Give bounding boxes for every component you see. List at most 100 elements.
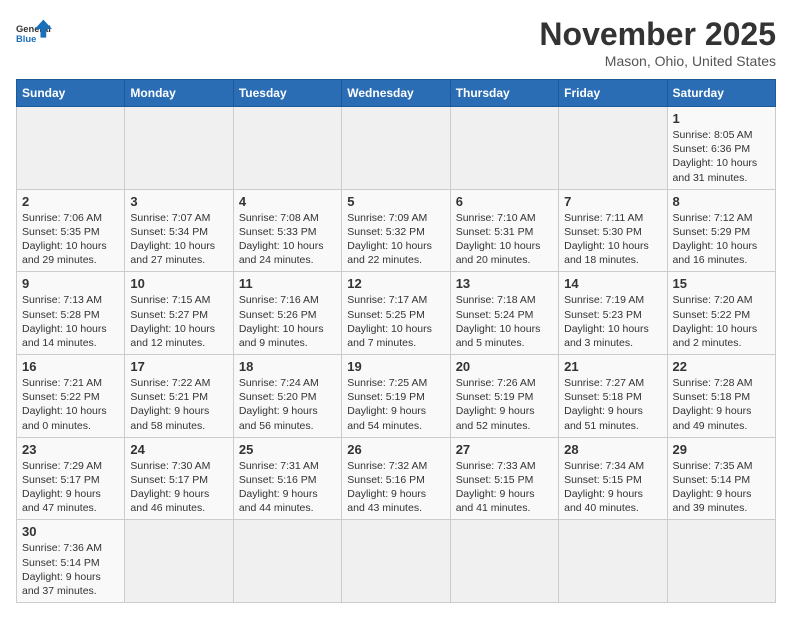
calendar-day-cell: 16Sunrise: 7:21 AM Sunset: 5:22 PM Dayli…	[17, 355, 125, 438]
calendar-day-cell: 14 Sunrise: 7:19 AM Sunset: 5:23 PM Dayli…	[559, 272, 667, 355]
calendar-week-row: 16Sunrise: 7:21 AM Sunset: 5:22 PM Dayli…	[17, 355, 776, 438]
day-number: 9	[22, 276, 119, 291]
day-info: Sunrise: 7:26 AM Sunset: 5:19 PM Dayligh…	[456, 376, 553, 433]
calendar-week-row: 23 Sunrise: 7:29 AM Sunset: 5:17 PM Dayli…	[17, 437, 776, 520]
calendar-day-cell	[450, 107, 558, 190]
day-info: Sunrise: 7:24 AM Sunset: 5:20 PM Dayligh…	[239, 376, 336, 433]
day-number: 16	[22, 359, 119, 374]
calendar-day-cell: 25 Sunrise: 7:31 AM Sunset: 5:16 PM Dayli…	[233, 437, 341, 520]
day-number: 13	[456, 276, 553, 291]
day-number: 20	[456, 359, 553, 374]
calendar-week-row: 2 Sunrise: 7:06 AM Sunset: 5:35 PM Daylig…	[17, 189, 776, 272]
day-number: 4	[239, 194, 336, 209]
calendar-day-cell: 7Sunrise: 7:11 AM Sunset: 5:30 PM Daylig…	[559, 189, 667, 272]
day-number: 26	[347, 442, 444, 457]
calendar-day-cell: 26 Sunrise: 7:32 AM Sunset: 5:16 PM Dayli…	[342, 437, 450, 520]
calendar-day-cell: 1Sunrise: 8:05 AM Sunset: 6:36 PM Daylig…	[667, 107, 775, 190]
calendar-day-cell: 12Sunrise: 7:17 AM Sunset: 5:25 PM Dayli…	[342, 272, 450, 355]
day-info: Sunrise: 7:09 AM Sunset: 5:32 PM Dayligh…	[347, 211, 444, 268]
calendar-day-header: Saturday	[667, 80, 775, 107]
day-number: 30	[22, 524, 119, 539]
calendar-day-header: Monday	[125, 80, 233, 107]
day-info: Sunrise: 7:28 AM Sunset: 5:18 PM Dayligh…	[673, 376, 770, 433]
calendar-day-cell	[342, 520, 450, 603]
calendar-day-cell	[450, 520, 558, 603]
calendar-day-cell: 29 Sunrise: 7:35 AM Sunset: 5:14 PM Dayli…	[667, 437, 775, 520]
calendar-day-cell: 11 Sunrise: 7:16 AM Sunset: 5:26 PM Dayli…	[233, 272, 341, 355]
day-info: Sunrise: 7:31 AM Sunset: 5:16 PM Dayligh…	[239, 459, 336, 516]
day-number: 27	[456, 442, 553, 457]
calendar-day-cell	[233, 107, 341, 190]
day-info: Sunrise: 7:32 AM Sunset: 5:16 PM Dayligh…	[347, 459, 444, 516]
calendar-day-header: Friday	[559, 80, 667, 107]
calendar-day-cell: 23 Sunrise: 7:29 AM Sunset: 5:17 PM Dayli…	[17, 437, 125, 520]
calendar-day-header: Tuesday	[233, 80, 341, 107]
calendar-day-header: Sunday	[17, 80, 125, 107]
calendar-header-row: SundayMondayTuesdayWednesdayThursdayFrid…	[17, 80, 776, 107]
calendar-day-header: Wednesday	[342, 80, 450, 107]
day-number: 14	[564, 276, 661, 291]
day-info: Sunrise: 7:15 AM Sunset: 5:27 PM Dayligh…	[130, 293, 227, 350]
day-number: 6	[456, 194, 553, 209]
day-number: 21	[564, 359, 661, 374]
title-area: November 2025 Mason, Ohio, United States	[539, 16, 776, 69]
day-info: Sunrise: 7:08 AM Sunset: 5:33 PM Dayligh…	[239, 211, 336, 268]
day-number: 5	[347, 194, 444, 209]
day-info: Sunrise: 7:11 AM Sunset: 5:30 PM Dayligh…	[564, 211, 661, 268]
calendar-day-cell: 3Sunrise: 7:07 AM Sunset: 5:34 PM Daylig…	[125, 189, 233, 272]
calendar-day-cell: 10Sunrise: 7:15 AM Sunset: 5:27 PM Dayli…	[125, 272, 233, 355]
calendar-day-cell: 2 Sunrise: 7:06 AM Sunset: 5:35 PM Daylig…	[17, 189, 125, 272]
day-info: Sunrise: 7:35 AM Sunset: 5:14 PM Dayligh…	[673, 459, 770, 516]
calendar-day-cell	[342, 107, 450, 190]
calendar-day-cell: 9 Sunrise: 7:13 AM Sunset: 5:28 PM Daylig…	[17, 272, 125, 355]
day-info: Sunrise: 7:12 AM Sunset: 5:29 PM Dayligh…	[673, 211, 770, 268]
day-info: Sunrise: 7:13 AM Sunset: 5:28 PM Dayligh…	[22, 293, 119, 350]
calendar-day-cell: 20 Sunrise: 7:26 AM Sunset: 5:19 PM Dayli…	[450, 355, 558, 438]
day-number: 29	[673, 442, 770, 457]
day-info: Sunrise: 7:06 AM Sunset: 5:35 PM Dayligh…	[22, 211, 119, 268]
calendar-day-header: Thursday	[450, 80, 558, 107]
calendar-day-cell: 15 Sunrise: 7:20 AM Sunset: 5:22 PM Dayli…	[667, 272, 775, 355]
day-info: Sunrise: 7:34 AM Sunset: 5:15 PM Dayligh…	[564, 459, 661, 516]
calendar-day-cell: 28 Sunrise: 7:34 AM Sunset: 5:15 PM Dayli…	[559, 437, 667, 520]
day-number: 8	[673, 194, 770, 209]
calendar-day-cell	[559, 107, 667, 190]
calendar-day-cell: 24Sunrise: 7:30 AM Sunset: 5:17 PM Dayli…	[125, 437, 233, 520]
day-number: 11	[239, 276, 336, 291]
day-number: 2	[22, 194, 119, 209]
page-header: General Blue November 2025 Mason, Ohio, …	[16, 16, 776, 69]
day-number: 25	[239, 442, 336, 457]
calendar-day-cell	[125, 107, 233, 190]
calendar-day-cell: 22 Sunrise: 7:28 AM Sunset: 5:18 PM Dayli…	[667, 355, 775, 438]
day-number: 17	[130, 359, 227, 374]
calendar-day-cell	[17, 107, 125, 190]
day-number: 1	[673, 111, 770, 126]
calendar-day-cell: 5 Sunrise: 7:09 AM Sunset: 5:32 PM Daylig…	[342, 189, 450, 272]
month-title: November 2025	[539, 16, 776, 53]
day-number: 15	[673, 276, 770, 291]
day-info: Sunrise: 7:25 AM Sunset: 5:19 PM Dayligh…	[347, 376, 444, 433]
day-info: Sunrise: 7:16 AM Sunset: 5:26 PM Dayligh…	[239, 293, 336, 350]
calendar-day-cell: 13Sunrise: 7:18 AM Sunset: 5:24 PM Dayli…	[450, 272, 558, 355]
calendar-day-cell	[233, 520, 341, 603]
day-info: Sunrise: 7:22 AM Sunset: 5:21 PM Dayligh…	[130, 376, 227, 433]
calendar-day-cell: 19Sunrise: 7:25 AM Sunset: 5:19 PM Dayli…	[342, 355, 450, 438]
calendar-day-cell: 8 Sunrise: 7:12 AM Sunset: 5:29 PM Daylig…	[667, 189, 775, 272]
calendar-day-cell	[667, 520, 775, 603]
calendar-day-cell: 17 Sunrise: 7:22 AM Sunset: 5:21 PM Dayli…	[125, 355, 233, 438]
calendar-day-cell: 4 Sunrise: 7:08 AM Sunset: 5:33 PM Daylig…	[233, 189, 341, 272]
day-info: Sunrise: 7:20 AM Sunset: 5:22 PM Dayligh…	[673, 293, 770, 350]
day-info: Sunrise: 7:10 AM Sunset: 5:31 PM Dayligh…	[456, 211, 553, 268]
day-number: 22	[673, 359, 770, 374]
day-number: 23	[22, 442, 119, 457]
day-info: Sunrise: 7:33 AM Sunset: 5:15 PM Dayligh…	[456, 459, 553, 516]
day-number: 28	[564, 442, 661, 457]
day-number: 24	[130, 442, 227, 457]
day-info: Sunrise: 7:29 AM Sunset: 5:17 PM Dayligh…	[22, 459, 119, 516]
day-info: Sunrise: 7:19 AM Sunset: 5:23 PM Dayligh…	[564, 293, 661, 350]
location: Mason, Ohio, United States	[539, 53, 776, 69]
logo: General Blue	[16, 16, 52, 52]
calendar-day-cell: 21Sunrise: 7:27 AM Sunset: 5:18 PM Dayli…	[559, 355, 667, 438]
svg-text:Blue: Blue	[16, 34, 36, 44]
calendar-week-row: 1Sunrise: 8:05 AM Sunset: 6:36 PM Daylig…	[17, 107, 776, 190]
